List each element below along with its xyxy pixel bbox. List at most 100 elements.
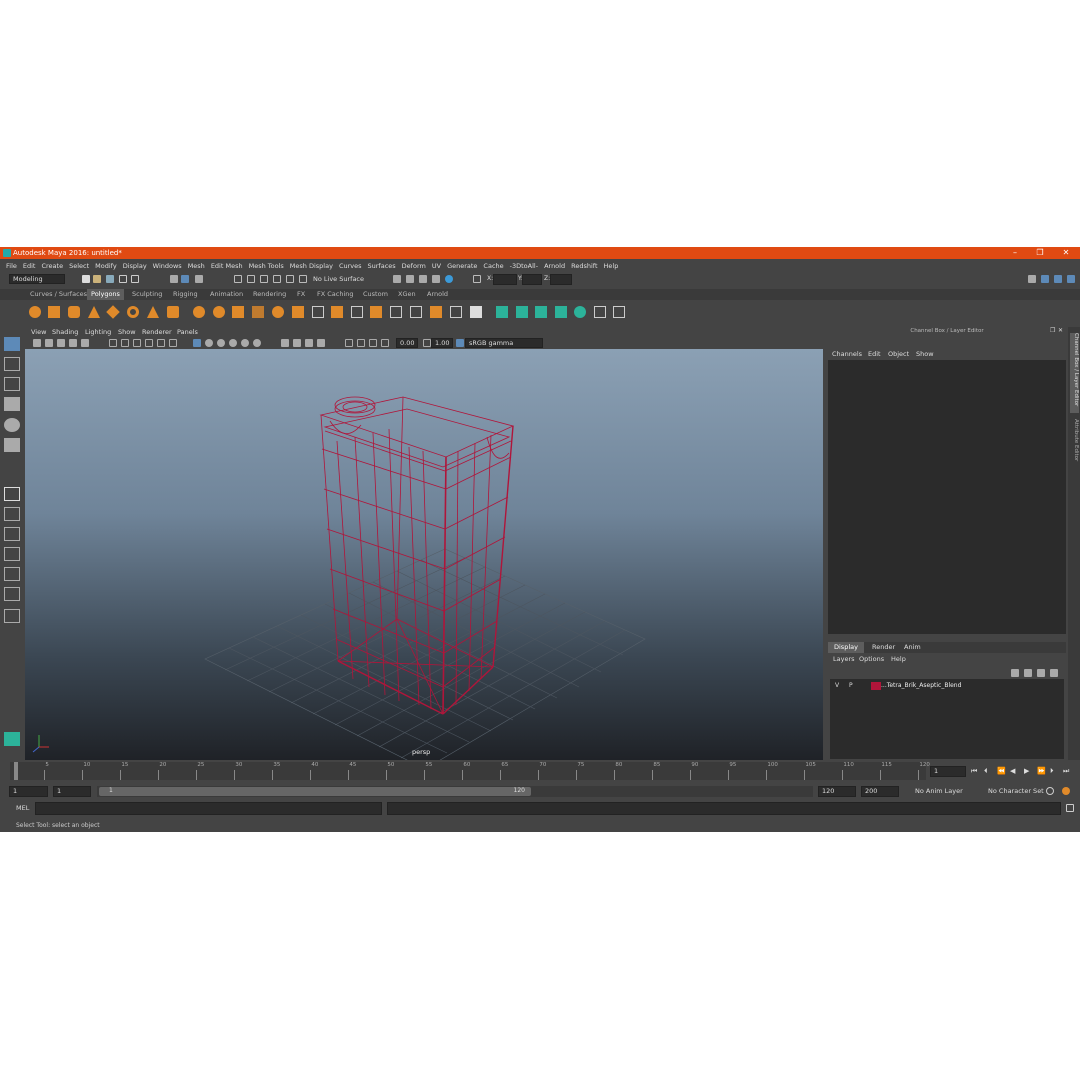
depth-of-field-icon[interactable] [281, 339, 289, 347]
step-forward-frame-icon[interactable]: ⏵ [1050, 767, 1054, 776]
textured-icon[interactable] [145, 339, 153, 347]
float-panel-icon[interactable]: ❐ [1050, 327, 1055, 334]
render-icon[interactable] [406, 275, 414, 283]
poly-sphere-icon[interactable] [29, 306, 41, 318]
open-scene-icon[interactable] [93, 275, 101, 283]
move-layer-up-icon[interactable] [1011, 669, 1019, 677]
target-weld-icon[interactable] [450, 306, 462, 318]
uv-automatic-icon[interactable] [555, 306, 567, 318]
paint-select-tool-icon[interactable] [4, 377, 20, 391]
extrude-icon[interactable] [331, 306, 343, 318]
menu-help[interactable]: Help [604, 262, 619, 270]
x-field[interactable] [493, 274, 517, 285]
new-layer-selected-icon[interactable] [1050, 669, 1058, 677]
separate-icon[interactable] [213, 306, 225, 318]
attribute-editor-toggle-icon[interactable] [1041, 275, 1049, 283]
play-forwards-icon[interactable]: ▶ [1024, 767, 1029, 775]
auto-key-icon[interactable] [1046, 787, 1054, 795]
shelf-tab-rigging[interactable]: Rigging [169, 289, 202, 300]
select-object-icon[interactable] [181, 275, 189, 283]
shelf-tab-curves-surfaces[interactable]: Curves / Surfaces [26, 289, 91, 300]
step-back-frame-icon[interactable]: ⏴ [984, 767, 988, 776]
minimize-button[interactable]: – [1003, 247, 1027, 259]
scale-tool-icon[interactable] [4, 438, 20, 452]
maximize-button[interactable]: ❐ [1028, 247, 1052, 259]
menu-deform[interactable]: Deform [402, 262, 426, 270]
uv-cylindrical-icon[interactable] [516, 306, 528, 318]
shelf-tab-rendering[interactable]: Rendering [249, 289, 290, 300]
step-forward-key-icon[interactable]: ⏩ [1037, 767, 1046, 775]
heads-up-display-icon[interactable] [369, 339, 377, 347]
safe-action-icon[interactable] [317, 339, 325, 347]
layer-tab-display[interactable]: Display [828, 642, 864, 653]
anim-layer-dropdown[interactable]: No Anim Layer [915, 787, 963, 795]
live-surface-label[interactable]: No Live Surface [313, 275, 364, 283]
single-perspective-layout-icon[interactable] [4, 487, 20, 501]
menu-uv[interactable]: UV [432, 262, 441, 270]
safe-title-icon[interactable] [345, 339, 353, 347]
xray-icon[interactable] [205, 339, 213, 347]
four-view-layout-icon[interactable] [4, 507, 20, 521]
menu-create[interactable]: Create [41, 262, 63, 270]
menu-mesh-display[interactable]: Mesh Display [290, 262, 333, 270]
mel-label[interactable]: MEL [16, 804, 29, 812]
bridge-icon[interactable] [370, 306, 382, 318]
menu-generate[interactable]: Generate [447, 262, 477, 270]
gamma-field[interactable]: 1.00 [431, 338, 453, 348]
exposure-icon[interactable] [381, 339, 389, 347]
gamma-icon[interactable] [423, 339, 431, 347]
viewport-menu-show[interactable]: Show [118, 328, 136, 336]
time-slider-track[interactable]: 5 10 15 20 25 30 35 40 45 50 55 60 65 70 75 80 85 90 95 100… [10, 762, 930, 780]
redo-icon[interactable] [131, 275, 139, 283]
hypershade-icon[interactable] [445, 275, 453, 283]
uv-spherical-icon[interactable] [535, 306, 547, 318]
boolean-icon[interactable] [272, 306, 284, 318]
layer-row[interactable]: V P ...Tetra_Brik_Aseptic_Blend [830, 681, 1064, 691]
layer-name[interactable]: ...Tetra_Brik_Aseptic_Blend [881, 682, 961, 689]
snap-point-icon[interactable] [260, 275, 268, 283]
bookmark-icon[interactable] [45, 339, 53, 347]
mel-input[interactable] [35, 802, 382, 815]
color-management-icon[interactable] [456, 339, 464, 347]
save-scene-icon[interactable] [106, 275, 114, 283]
custom-layout-icon[interactable] [4, 609, 20, 623]
menu-edit[interactable]: Edit [23, 262, 36, 270]
character-set-dropdown[interactable]: No Character Set [988, 787, 1044, 795]
uv-planar-icon[interactable] [496, 306, 508, 318]
menu-mesh[interactable]: Mesh [188, 262, 205, 270]
lasso-tool-icon[interactable] [4, 357, 20, 371]
select-hierarchy-icon[interactable] [170, 275, 178, 283]
viewport-menu-shading[interactable]: Shading [52, 328, 78, 336]
layer-tab-anim[interactable]: Anim [900, 642, 925, 653]
snap-surface-icon[interactable] [286, 275, 294, 283]
outliner-persp-layout-icon[interactable] [4, 587, 20, 601]
animation-end-field[interactable]: 200 [861, 786, 899, 797]
poly-cube-icon[interactable] [48, 306, 60, 318]
undo-icon[interactable] [119, 275, 127, 283]
close-panel-icon[interactable]: ✕ [1058, 327, 1063, 334]
ambient-occlusion-icon[interactable] [229, 339, 237, 347]
move-layer-down-icon[interactable] [1024, 669, 1032, 677]
motion-blur-icon[interactable] [241, 339, 249, 347]
animation-start-field[interactable]: 1 [9, 786, 48, 797]
side-tab-attribute-editor[interactable]: Attribute Editor [1070, 419, 1079, 469]
time-slider[interactable]: 5 10 15 20 25 30 35 40 45 50 55 60 65 70 75 80 85 90 95 100… [0, 761, 1080, 783]
select-tool-icon[interactable] [4, 337, 20, 351]
new-scene-icon[interactable] [82, 275, 90, 283]
script-editor-icon[interactable] [1066, 804, 1074, 812]
viewport-menu-panels[interactable]: Panels [177, 328, 198, 336]
layer-menu-layers[interactable]: Layers [833, 655, 855, 663]
menu-3dtoall[interactable]: -3DtoAll- [510, 262, 538, 270]
bevel-icon[interactable] [351, 306, 363, 318]
shelf-tab-animation[interactable]: Animation [206, 289, 247, 300]
shelf-tab-fx[interactable]: FX [293, 289, 309, 300]
persp-hypershade-layout-icon[interactable] [4, 567, 20, 581]
rotate-tool-icon[interactable] [4, 418, 20, 432]
layer-menu-help[interactable]: Help [891, 655, 906, 663]
viewport-menu-renderer[interactable]: Renderer [142, 328, 172, 336]
persp-graph-layout-icon[interactable] [4, 547, 20, 561]
transform-mode-icon[interactable] [473, 275, 481, 283]
menu-modify[interactable]: Modify [95, 262, 117, 270]
layer-visibility-toggle[interactable]: V [835, 682, 839, 689]
shelf-tab-custom[interactable]: Custom [359, 289, 392, 300]
